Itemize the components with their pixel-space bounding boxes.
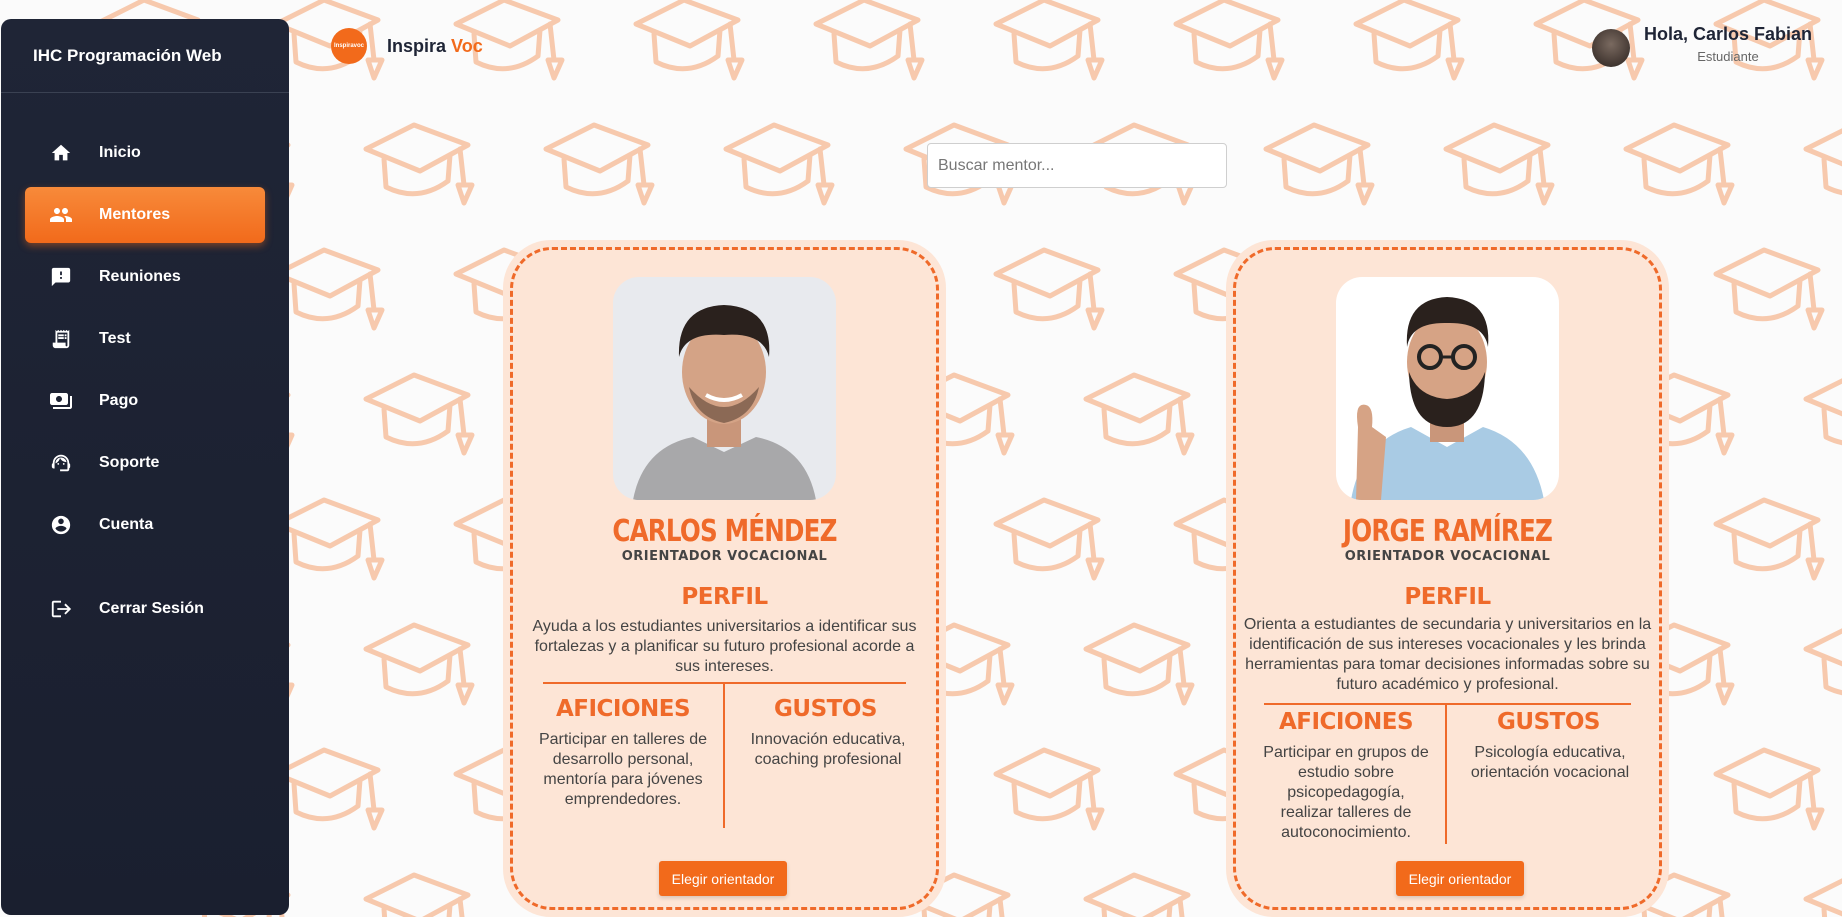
mentor-card: JORGE RAMÍREZ ORIENTADOR VOCACIONAL PERF… [1226, 240, 1669, 917]
graduation-cap-icon [1716, 500, 1822, 578]
graduation-cap-icon [1266, 125, 1372, 203]
graduation-cap-icon [1806, 875, 1842, 917]
graduation-cap-icon [1806, 375, 1842, 453]
logout-icon [49, 597, 73, 621]
account-icon [49, 513, 73, 537]
support-icon [49, 451, 73, 475]
divider [1264, 703, 1631, 705]
graduation-cap-icon [276, 750, 382, 828]
sidebar-item-label: Pago [99, 392, 139, 409]
graduation-cap-icon [816, 0, 922, 78]
perfil-title: PERFIL [1404, 584, 1491, 610]
graduation-cap-icon [1716, 250, 1822, 328]
logo-badge-text: Inspiravoc [333, 43, 364, 49]
chat-alert-icon [49, 265, 73, 289]
sidebar-item-pago[interactable]: Pago [25, 373, 265, 429]
graduation-cap-icon [1626, 125, 1732, 203]
logout-label: Cerrar Sesión [99, 600, 204, 617]
sidebar-item-soporte[interactable]: Soporte [25, 435, 265, 491]
mentor-card: CARLOS MÉNDEZ ORIENTADOR VOCACIONAL PERF… [503, 240, 946, 917]
sidebar-item-label: Cuenta [99, 516, 154, 533]
mentor-role: ORIENTADOR VOCACIONAL [1344, 549, 1551, 564]
people-icon [49, 203, 73, 227]
graduation-cap-icon [1086, 375, 1192, 453]
graduation-cap-icon [1446, 125, 1552, 203]
graduation-cap-icon [996, 0, 1102, 78]
aficiones-text: Participar en grupos de estudio sobre ps… [1263, 744, 1429, 841]
logo-badge-icon: Inspiravoc [331, 28, 367, 64]
graduation-cap-icon [1176, 0, 1282, 78]
graduation-cap-icon [366, 875, 472, 917]
receipt-icon [49, 327, 73, 351]
search-input[interactable] [927, 143, 1227, 188]
gustos-title: GUSTOS [1497, 709, 1600, 735]
gustos-title: GUSTOS [774, 696, 877, 722]
gustos-text: Psicología educativa, orientación vocaci… [1470, 744, 1630, 781]
app-logo[interactable]: Inspiravoc Inspira Voc [331, 28, 483, 64]
graduation-cap-icon [366, 125, 472, 203]
sidebar-item-cuenta[interactable]: Cuenta [25, 497, 265, 553]
graduation-cap-icon [1716, 750, 1822, 828]
graduation-cap-icon [1086, 875, 1192, 917]
user-role: Estudiante [1697, 49, 1759, 64]
graduation-cap-icon [366, 375, 472, 453]
graduation-cap-icon [996, 750, 1102, 828]
choose-mentor-button[interactable]: Elegir orientador [659, 861, 787, 896]
aficiones-text: Participar en talleres de desarrollo per… [538, 731, 708, 808]
payment-icon [49, 389, 73, 413]
perfil-title: PERFIL [681, 584, 768, 610]
graduation-cap-icon [366, 625, 472, 703]
user-greeting: Hola, Carlos Fabian [1643, 24, 1812, 44]
sidebar-item-label: Inicio [99, 144, 141, 161]
mentor-photo [613, 277, 836, 500]
sidebar: IHC Programación Web Inicio Mentores Reu… [1, 19, 289, 915]
perfil-text: Orienta a estudiantes de secundaria y un… [1243, 616, 1652, 693]
graduation-cap-icon [546, 125, 652, 203]
divider [723, 684, 725, 828]
perfil-text: Ayuda a los estudiantes universitarios a… [532, 618, 917, 675]
sidebar-nav: Inicio Mentores Reuniones Test Pago Sopo… [1, 125, 289, 637]
logo-name: Inspira [387, 35, 447, 56]
logout-button[interactable]: Cerrar Sesión [25, 581, 265, 637]
graduation-cap-icon [636, 0, 742, 78]
sidebar-item-reuniones[interactable]: Reuniones [25, 249, 265, 305]
choose-mentor-button[interactable]: Elegir orientador [1396, 861, 1524, 896]
divider [1445, 705, 1447, 844]
sidebar-item-test[interactable]: Test [25, 311, 265, 367]
gustos-text: Innovación educativa, coaching profesion… [750, 731, 906, 768]
graduation-cap-icon [996, 250, 1102, 328]
graduation-cap-icon [1806, 625, 1842, 703]
graduation-cap-icon [276, 500, 382, 578]
sidebar-item-label: Test [99, 330, 131, 347]
graduation-cap-icon [996, 500, 1102, 578]
mentor-photo [1336, 277, 1559, 500]
sidebar-item-mentores[interactable]: Mentores [25, 187, 265, 243]
graduation-cap-icon [1086, 625, 1192, 703]
aficiones-title: AFICIONES [1278, 709, 1414, 735]
logo-text: Inspira Voc [387, 36, 483, 57]
sidebar-item-label: Reuniones [99, 268, 181, 285]
logo-accent: Voc [451, 35, 483, 56]
graduation-cap-icon [276, 250, 382, 328]
sidebar-item-label: Mentores [99, 206, 171, 223]
sidebar-item-inicio[interactable]: Inicio [25, 125, 265, 181]
user-info: Hola, Carlos Fabian Estudiante [1644, 24, 1812, 64]
graduation-cap-icon [726, 125, 832, 203]
mentor-name: CARLOS MÉNDEZ [612, 514, 837, 549]
sidebar-item-label: Soporte [99, 454, 160, 471]
graduation-cap-icon [1356, 0, 1462, 78]
home-icon [49, 141, 73, 165]
user-profile[interactable]: Hola, Carlos Fabian Estudiante [1591, 24, 1812, 67]
mentor-name: JORGE RAMÍREZ [1342, 514, 1553, 549]
mentor-role: ORIENTADOR VOCACIONAL [621, 549, 828, 564]
graduation-cap-icon [1806, 125, 1842, 203]
brand-title: IHC Programación Web [1, 19, 289, 93]
aficiones-title: AFICIONES [555, 696, 691, 722]
avatar[interactable] [1591, 29, 1630, 67]
